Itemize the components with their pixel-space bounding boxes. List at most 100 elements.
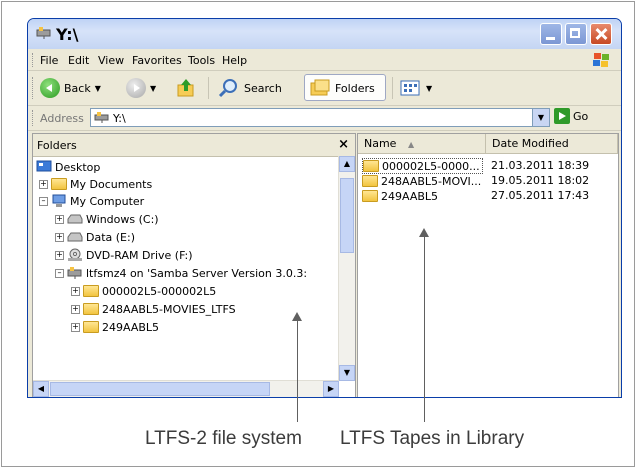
scroll-right-icon[interactable]: ▶ bbox=[323, 381, 339, 397]
back-label: Back bbox=[64, 81, 91, 95]
file-list-pane: Name ▲ Date Modified 000002L5-0000... 21… bbox=[357, 133, 619, 397]
maximize-button[interactable] bbox=[565, 23, 587, 45]
back-dropdown-icon[interactable]: ▼ bbox=[95, 84, 101, 93]
tree-item-dvd-ram-f[interactable]: + DVD-RAM Drive (F:) bbox=[55, 247, 193, 263]
go-button[interactable]: Go bbox=[554, 108, 588, 124]
vertical-scrollbar[interactable]: ▲ ▼ bbox=[338, 156, 355, 381]
horizontal-scroll-thumb[interactable] bbox=[50, 382, 270, 396]
up-folder-button[interactable] bbox=[176, 77, 196, 99]
address-value: Y:\ bbox=[113, 112, 126, 125]
forward-dropdown-icon[interactable]: ▼ bbox=[150, 84, 156, 93]
folder-icon bbox=[83, 321, 99, 333]
standard-toolbar: Back ▼ ▼ Search Folders ▼ bbox=[28, 71, 621, 106]
expand-icon[interactable]: + bbox=[55, 214, 64, 224]
folder-icon bbox=[83, 285, 99, 297]
search-icon bbox=[218, 79, 237, 98]
views-button[interactable]: ▼ bbox=[400, 77, 432, 99]
address-bar: Address Y:\ ▼ Go bbox=[28, 106, 621, 131]
collapse-icon[interactable]: – bbox=[55, 268, 64, 278]
hard-drive-icon bbox=[67, 214, 83, 224]
network-drive-icon bbox=[67, 267, 82, 279]
menu-edit[interactable]: Edit bbox=[68, 54, 89, 67]
expand-icon[interactable]: + bbox=[71, 286, 80, 296]
expand-icon[interactable]: + bbox=[55, 250, 64, 260]
menu-view[interactable]: View bbox=[98, 54, 124, 67]
views-dropdown-icon[interactable]: ▼ bbox=[426, 84, 432, 93]
menu-help[interactable]: Help bbox=[222, 54, 247, 67]
tree-label: 000002L5-000002L5 bbox=[102, 284, 217, 298]
toolbar-separator-2 bbox=[392, 77, 393, 99]
folder-icon bbox=[83, 303, 99, 315]
callout-line-left bbox=[297, 318, 298, 422]
tree-item-desktop[interactable]: Desktop bbox=[36, 159, 100, 175]
back-button[interactable]: Back ▼ bbox=[40, 77, 101, 99]
callout-arrowhead-left bbox=[292, 312, 302, 321]
menu-bar: File Edit View Favorites Tools Help bbox=[28, 50, 621, 71]
search-label: Search bbox=[244, 81, 282, 95]
title-bar[interactable]: Y:\ bbox=[28, 19, 621, 49]
folders-pane-title: Folders bbox=[37, 139, 77, 152]
tree-item-data-e[interactable]: + Data (E:) bbox=[55, 229, 135, 245]
menu-file[interactable]: File bbox=[40, 54, 58, 67]
network-drive-icon bbox=[36, 27, 51, 39]
address-label: Address bbox=[40, 112, 84, 125]
tree-label: 249AABL5 bbox=[102, 320, 160, 334]
tree-item-windows-c[interactable]: + Windows (C:) bbox=[55, 211, 159, 227]
tree-label: Desktop bbox=[55, 160, 101, 174]
column-date-label: Date Modified bbox=[492, 137, 569, 150]
back-arrow-icon bbox=[40, 78, 60, 98]
hard-drive-icon bbox=[67, 232, 83, 242]
folder-icon bbox=[362, 175, 378, 187]
callout-arrowhead-right bbox=[419, 228, 429, 237]
menu-tools[interactable]: Tools bbox=[188, 54, 215, 67]
go-arrow-icon bbox=[554, 108, 570, 124]
address-dropdown-icon[interactable]: ▼ bbox=[532, 109, 549, 126]
folders-button[interactable]: Folders bbox=[304, 74, 386, 101]
folders-pane: Folders × Desktop + My Documents – My Co… bbox=[32, 133, 356, 397]
address-input[interactable]: Y:\ ▼ bbox=[90, 108, 550, 127]
file-date: 21.03.2011 18:39 bbox=[491, 159, 590, 172]
tree-item-tape-000002l5[interactable]: + 000002L5-000002L5 bbox=[71, 283, 216, 299]
file-row[interactable]: 249AABL5 bbox=[362, 189, 438, 203]
column-header-name[interactable]: Name ▲ bbox=[358, 134, 486, 154]
tree-item-tape-249aabl5[interactable]: + 249AABL5 bbox=[71, 319, 159, 335]
dvd-drive-icon bbox=[68, 248, 82, 261]
tree-item-my-documents[interactable]: + My Documents bbox=[39, 176, 152, 192]
horizontal-scrollbar[interactable]: ◀ ▶ bbox=[33, 380, 339, 397]
column-name-label: Name bbox=[364, 137, 397, 150]
file-row[interactable]: 248AABL5-MOVI... bbox=[362, 174, 481, 188]
scroll-up-icon[interactable]: ▲ bbox=[339, 156, 355, 172]
close-button[interactable] bbox=[590, 23, 612, 45]
scroll-down-icon[interactable]: ▼ bbox=[339, 365, 355, 381]
vertical-scroll-thumb[interactable] bbox=[340, 178, 354, 253]
callout-line-right bbox=[424, 234, 425, 422]
column-header-date-modified[interactable]: Date Modified bbox=[486, 134, 618, 154]
search-button[interactable]: Search bbox=[218, 77, 282, 99]
file-row[interactable]: 000002L5-0000... bbox=[362, 158, 483, 174]
close-pane-icon[interactable]: × bbox=[338, 137, 349, 152]
tree-item-ltfs-share[interactable]: – ltfsmz4 on 'Samba Server Version 3.0.3… bbox=[55, 265, 307, 281]
expand-icon[interactable]: + bbox=[39, 179, 48, 189]
tree-item-tape-248aabl5[interactable]: + 248AABL5-MOVIES_LTFS bbox=[71, 301, 236, 317]
expand-icon[interactable]: + bbox=[55, 232, 64, 242]
file-name: 248AABL5-MOVI... bbox=[381, 174, 482, 188]
scroll-left-icon[interactable]: ◀ bbox=[33, 381, 49, 397]
file-name: 249AABL5 bbox=[381, 189, 439, 203]
desktop-icon bbox=[36, 160, 52, 172]
minimize-button[interactable] bbox=[540, 23, 562, 45]
forward-button[interactable]: ▼ bbox=[126, 77, 156, 99]
expand-icon[interactable]: + bbox=[71, 304, 80, 314]
menu-favorites[interactable]: Favorites bbox=[132, 54, 182, 67]
tree-item-my-computer[interactable]: – My Computer bbox=[39, 193, 144, 209]
folder-icon bbox=[362, 190, 378, 202]
callout-label-ltfs-file-system: LTFS-2 file system bbox=[145, 428, 302, 449]
folder-icon bbox=[51, 178, 67, 190]
folder-icon bbox=[363, 160, 379, 172]
tree-label: Data (E:) bbox=[86, 230, 136, 244]
file-date: 27.05.2011 17:43 bbox=[491, 189, 590, 202]
network-drive-icon bbox=[94, 112, 109, 123]
expand-icon[interactable]: + bbox=[71, 322, 80, 332]
up-folder-icon bbox=[177, 79, 194, 97]
sort-ascending-icon: ▲ bbox=[407, 140, 415, 149]
collapse-icon[interactable]: – bbox=[39, 196, 48, 206]
